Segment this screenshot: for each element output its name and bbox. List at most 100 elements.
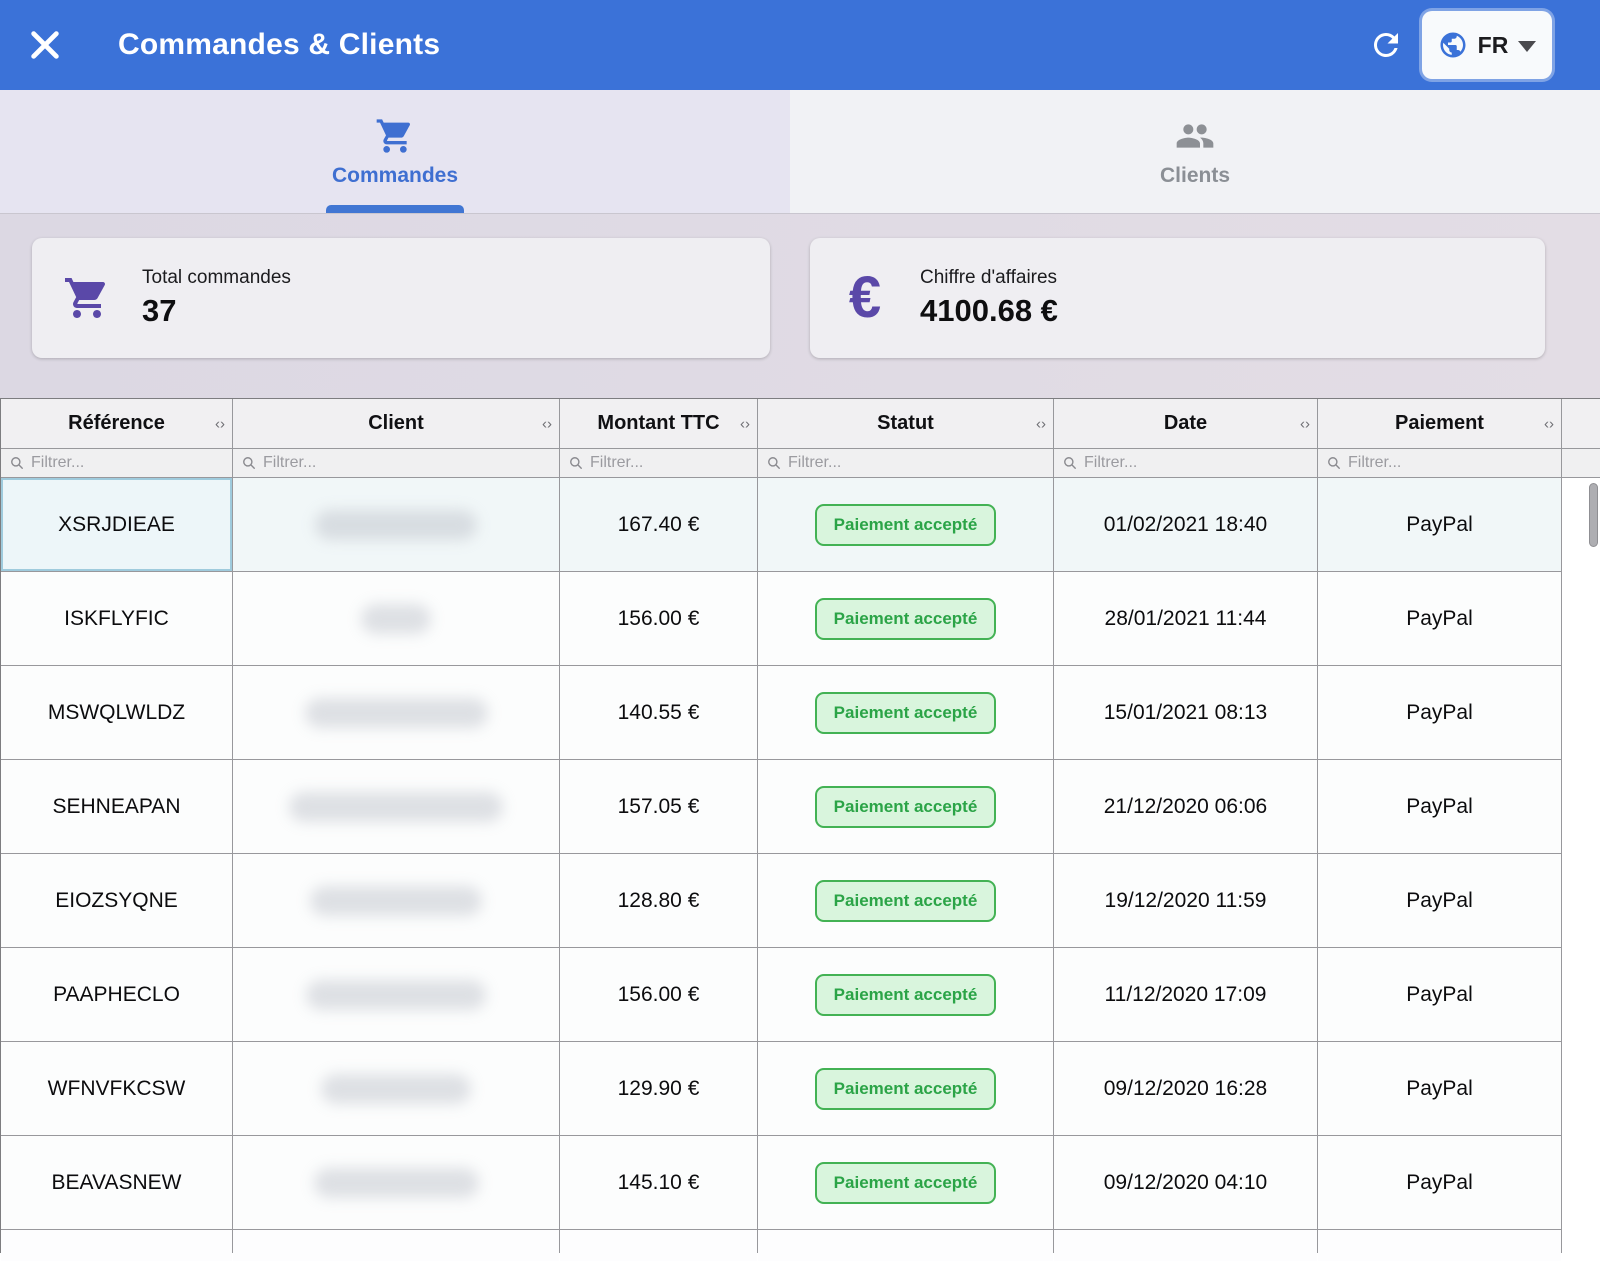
- revenue-value: 4100.68 €: [920, 293, 1058, 328]
- payment-cell[interactable]: PayPal: [1318, 854, 1561, 947]
- amount-cell[interactable]: 156.00 €: [560, 948, 757, 1041]
- order-reference-cell[interactable]: MSWQLWLDZ: [1, 666, 232, 759]
- total-orders-label: Total commandes: [142, 267, 291, 288]
- status-badge[interactable]: Paiement accepté: [814, 691, 997, 734]
- page-title: Commandes & Clients: [118, 28, 441, 61]
- order-reference-cell[interactable]: WFNVFKCSW: [1, 1042, 232, 1135]
- status-cell[interactable]: Paiement accepté: [758, 1136, 1053, 1229]
- date-cell[interactable]: 21/12/2020 06:06: [1054, 760, 1317, 853]
- column-header-montant[interactable]: Montant TTC ‹›: [560, 399, 757, 448]
- date-cell[interactable]: 09/12/2020 04:10: [1054, 1136, 1317, 1229]
- close-icon[interactable]: [28, 28, 62, 62]
- partial-row-cell: [560, 1230, 757, 1261]
- sort-icon[interactable]: ‹›: [215, 415, 225, 432]
- payment-cell[interactable]: PayPal: [1318, 1042, 1561, 1135]
- filter-input-paiement[interactable]: [1348, 454, 1561, 472]
- search-icon: [570, 457, 582, 469]
- date-cell[interactable]: 15/01/2021 08:13: [1054, 666, 1317, 759]
- sort-icon[interactable]: ‹›: [1036, 415, 1046, 432]
- client-cell-blurred[interactable]: [233, 1042, 559, 1135]
- tab-commandes[interactable]: Commandes: [0, 90, 790, 213]
- sort-icon[interactable]: ‹›: [1300, 415, 1310, 432]
- client-cell-blurred[interactable]: [233, 666, 559, 759]
- tab-clients-label: Clients: [1159, 163, 1230, 187]
- amount-cell[interactable]: 145.10 €: [560, 1136, 757, 1229]
- status-cell[interactable]: Paiement accepté: [758, 854, 1053, 947]
- date-cell[interactable]: 09/12/2020 16:28: [1054, 1042, 1317, 1135]
- filter-input-client[interactable]: [263, 454, 559, 472]
- order-reference-cell[interactable]: EIOZSYQNE: [1, 854, 232, 947]
- status-badge[interactable]: Paiement accepté: [814, 597, 997, 640]
- column-header-statut[interactable]: Statut ‹›: [758, 399, 1053, 448]
- vertical-scrollbar-thumb[interactable]: [1589, 483, 1598, 547]
- filter-input-reference[interactable]: [31, 454, 232, 472]
- payment-cell[interactable]: PayPal: [1318, 572, 1561, 665]
- amount-cell[interactable]: 156.00 €: [560, 572, 757, 665]
- client-cell-blurred[interactable]: [233, 948, 559, 1041]
- date-cell[interactable]: 28/01/2021 11:44: [1054, 572, 1317, 665]
- status-badge[interactable]: Paiement accepté: [814, 973, 997, 1016]
- filter-cell-date: [1054, 449, 1317, 477]
- appbar: Commandes & Clients FR: [0, 0, 1600, 90]
- status-cell[interactable]: Paiement accepté: [758, 572, 1053, 665]
- column-header-date[interactable]: Date ‹›: [1054, 399, 1317, 448]
- sort-icon[interactable]: ‹›: [740, 415, 750, 432]
- filter-cell-stub: [1562, 449, 1600, 477]
- search-icon: [243, 457, 255, 469]
- amount-cell[interactable]: 129.90 €: [560, 1042, 757, 1135]
- date-cell[interactable]: 11/12/2020 17:09: [1054, 948, 1317, 1041]
- order-reference-cell[interactable]: BEAVASNEW: [1, 1136, 232, 1229]
- client-cell-blurred[interactable]: [233, 854, 559, 947]
- amount-cell[interactable]: 128.80 €: [560, 854, 757, 947]
- client-cell-blurred[interactable]: [233, 572, 559, 665]
- status-cell[interactable]: Paiement accepté: [758, 478, 1053, 571]
- search-icon: [1064, 457, 1076, 469]
- filter-input-statut[interactable]: [788, 454, 1053, 472]
- search-icon: [11, 457, 23, 469]
- language-selector[interactable]: FR: [1422, 11, 1552, 79]
- sort-icon[interactable]: ‹›: [542, 415, 552, 432]
- client-cell-blurred[interactable]: [233, 1136, 559, 1229]
- status-badge[interactable]: Paiement accepté: [814, 1161, 997, 1204]
- filter-input-montant[interactable]: [590, 454, 757, 472]
- column-header-reference[interactable]: Référence ‹›: [1, 399, 232, 448]
- status-cell[interactable]: Paiement accepté: [758, 948, 1053, 1041]
- payment-cell[interactable]: PayPal: [1318, 478, 1561, 571]
- people-icon: [1176, 123, 1214, 148]
- date-cell[interactable]: 01/02/2021 18:40: [1054, 478, 1317, 571]
- date-cell[interactable]: 19/12/2020 11:59: [1054, 854, 1317, 947]
- tab-clients[interactable]: Clients: [790, 90, 1600, 213]
- column-header-client[interactable]: Client ‹›: [233, 399, 559, 448]
- client-cell-blurred[interactable]: [233, 478, 559, 571]
- order-reference-cell[interactable]: PAAPHECLO: [1, 948, 232, 1041]
- total-orders-card: Total commandes 37: [32, 238, 770, 358]
- amount-cell[interactable]: 157.05 €: [560, 760, 757, 853]
- status-badge[interactable]: Paiement accepté: [814, 785, 997, 828]
- partial-row-cell: [1318, 1230, 1561, 1261]
- status-cell[interactable]: Paiement accepté: [758, 760, 1053, 853]
- partial-row-cell: [758, 1230, 1053, 1261]
- sort-icon[interactable]: ‹›: [1544, 415, 1554, 432]
- order-reference-cell[interactable]: XSRJDIEAE: [1, 478, 232, 571]
- partial-row-cell: [1054, 1230, 1317, 1261]
- filter-cell-montant: [560, 449, 757, 477]
- payment-cell[interactable]: PayPal: [1318, 1136, 1561, 1229]
- amount-cell[interactable]: 140.55 €: [560, 666, 757, 759]
- active-tab-indicator: [326, 205, 464, 213]
- refresh-icon[interactable]: [1368, 27, 1404, 63]
- order-reference-cell[interactable]: ISKFLYFIC: [1, 572, 232, 665]
- globe-icon: [1440, 32, 1466, 58]
- order-reference-cell[interactable]: SEHNEAPAN: [1, 760, 232, 853]
- status-badge[interactable]: Paiement accepté: [814, 879, 997, 922]
- status-badge[interactable]: Paiement accepté: [814, 503, 997, 546]
- payment-cell[interactable]: PayPal: [1318, 760, 1561, 853]
- payment-cell[interactable]: PayPal: [1318, 666, 1561, 759]
- column-header-paiement[interactable]: Paiement ‹›: [1318, 399, 1561, 448]
- filter-input-date[interactable]: [1084, 454, 1317, 472]
- client-cell-blurred[interactable]: [233, 760, 559, 853]
- amount-cell[interactable]: 167.40 €: [560, 478, 757, 571]
- status-badge[interactable]: Paiement accepté: [814, 1067, 997, 1110]
- status-cell[interactable]: Paiement accepté: [758, 1042, 1053, 1135]
- status-cell[interactable]: Paiement accepté: [758, 666, 1053, 759]
- payment-cell[interactable]: PayPal: [1318, 948, 1561, 1041]
